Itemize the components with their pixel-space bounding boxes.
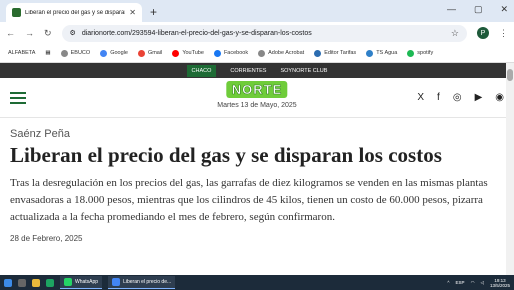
scrollbar[interactable] <box>506 63 514 275</box>
article: Saénz Peña Liberan el precio del gas y s… <box>0 128 514 243</box>
bookmark-item[interactable]: Gmail <box>137 49 162 57</box>
system-tray: ^ ESP ◠ ◁ 19:13 13/5/2025 <box>447 278 510 288</box>
gmail-icon <box>137 49 145 57</box>
minimize-icon[interactable]: — <box>447 4 456 15</box>
header-date: Martes 13 de Mayo, 2025 <box>217 102 297 109</box>
bookmark-item[interactable]: Adobe Acrobat <box>258 49 304 57</box>
taskbar-app-whatsapp[interactable]: WhatsApp <box>60 276 103 289</box>
social-links: X f ◎ ▶ ◉ <box>417 92 504 103</box>
apps-grid-icon[interactable]: ▦ <box>45 50 50 56</box>
nav-corrientes[interactable]: CORRIENTES <box>230 68 266 74</box>
site-header: NORTE Martes 13 de Mayo, 2025 X f ◎ ▶ ◉ <box>0 78 514 118</box>
spotify-icon <box>407 49 415 57</box>
water-icon <box>366 49 374 57</box>
menu-kebab-icon[interactable]: ⋮ <box>499 28 508 39</box>
start-icon[interactable] <box>4 278 12 287</box>
reload-icon[interactable]: ↻ <box>44 28 52 39</box>
chevron-up-icon[interactable]: ^ <box>447 280 449 285</box>
taskbar: WhatsApp Liberan el precio de... ^ ESP ◠… <box>0 275 514 290</box>
bookmarks-bar: ALFABETA ▦ EBUCO Google Gmail YouTube Fa… <box>0 44 514 63</box>
bookmark-item[interactable]: TS Agua <box>366 49 397 57</box>
article-kicker: Saénz Peña <box>10 128 70 140</box>
forward-icon[interactable]: → <box>25 28 34 38</box>
site-nav: CHACO CORRIENTES SOYNORTE CLUB <box>0 63 514 78</box>
toolbar: ← → ↻ ⚙ diarionorte.com/293594-liberan-e… <box>0 22 514 44</box>
file-explorer-icon[interactable] <box>32 278 40 287</box>
article-headline: Liberan el precio del gas y se disparan … <box>10 143 442 167</box>
site-favicon-icon <box>12 8 21 17</box>
bookmark-item[interactable]: ALFABETA <box>8 50 35 56</box>
article-date: 28 de Febrero, 2025 <box>10 234 83 244</box>
hamburger-menu-icon[interactable] <box>10 89 26 107</box>
nav-soynorte-club[interactable]: SOYNORTE CLUB <box>280 68 327 74</box>
excel-icon[interactable] <box>46 278 54 287</box>
logo-block: NORTE Martes 13 de Mayo, 2025 <box>217 81 297 109</box>
maximize-icon[interactable]: ▢ <box>474 4 483 15</box>
google-icon <box>258 49 266 57</box>
nav-chaco[interactable]: CHACO <box>186 64 217 77</box>
instagram-icon[interactable]: ◎ <box>453 92 462 103</box>
address-bar[interactable]: ⚙ diarionorte.com/293594-liberan-el-prec… <box>61 24 467 42</box>
bookmark-item[interactable]: spotify <box>407 49 433 57</box>
profile-avatar[interactable]: P <box>477 27 489 39</box>
tab-strip: Liberan el precio del gas y se disparan … <box>0 0 514 22</box>
close-tab-icon[interactable]: ✕ <box>129 8 136 17</box>
tab-title: Liberan el precio del gas y se disparan … <box>25 9 125 16</box>
youtube-icon[interactable]: ▶ <box>475 92 483 103</box>
chrome-icon <box>112 278 121 286</box>
clock[interactable]: 19:13 13/5/2025 <box>490 278 510 288</box>
bookmark-item[interactable]: Facebook <box>213 49 248 57</box>
search-icon[interactable] <box>18 278 26 287</box>
wifi-icon[interactable]: ◠ <box>471 280 475 286</box>
close-window-icon[interactable]: ✕ <box>500 4 508 15</box>
whatsapp-icon <box>64 278 72 286</box>
bookmark-item[interactable]: Editor Tarifas <box>314 49 356 57</box>
bookmark-item[interactable]: EBUCO <box>60 49 90 57</box>
taskbar-app-chrome[interactable]: Liberan el precio de... <box>108 276 176 289</box>
facebook-icon[interactable]: f <box>437 92 440 103</box>
youtube-icon <box>172 49 180 57</box>
whatsapp-icon[interactable]: ◉ <box>495 92 504 103</box>
facebook-icon <box>213 49 221 57</box>
volume-icon[interactable]: ◁ <box>481 280 484 286</box>
back-icon[interactable]: ← <box>6 28 15 38</box>
x-icon[interactable]: X <box>417 92 424 103</box>
url-text: diarionorte.com/293594-liberan-el-precio… <box>81 29 312 37</box>
window-controls: — ▢ ✕ <box>447 4 508 15</box>
bookmark-item[interactable]: YouTube <box>172 49 204 57</box>
clock-date: 13/5/2025 <box>489 282 510 288</box>
site-logo[interactable]: NORTE <box>226 81 288 98</box>
new-tab-button[interactable]: + <box>150 5 157 19</box>
tab-article[interactable]: Liberan el precio del gas y se disparan … <box>6 3 142 22</box>
article-lead: Tras la desregulación en los precios del… <box>10 177 488 224</box>
bookmark-item[interactable]: Google <box>100 49 128 57</box>
google-icon <box>100 49 108 57</box>
input-language[interactable]: ESP <box>456 280 465 285</box>
scrollbar-thumb[interactable] <box>507 69 513 81</box>
globe-icon <box>60 49 68 57</box>
editor-icon <box>314 49 322 57</box>
bookmark-star-icon[interactable]: ☆ <box>451 28 459 39</box>
site-info-icon[interactable]: ⚙ <box>70 29 76 37</box>
